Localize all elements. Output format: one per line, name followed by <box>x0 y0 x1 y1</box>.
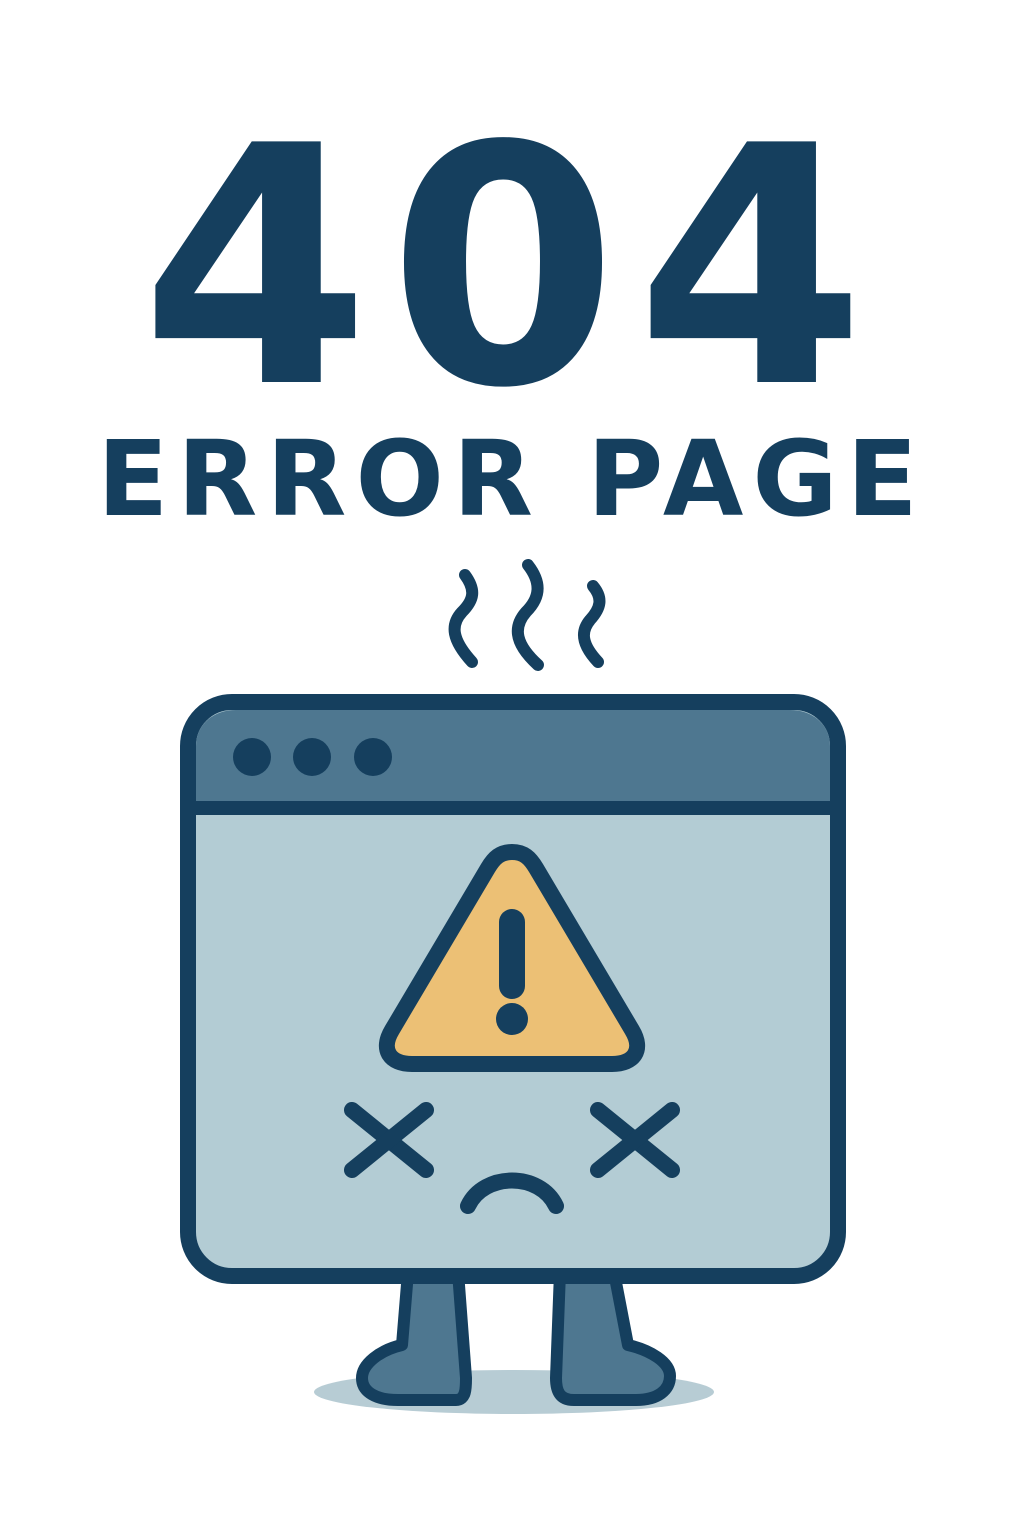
window-dot-icon <box>293 738 331 776</box>
window-dot-icon <box>354 738 392 776</box>
error-illustration <box>180 559 846 1414</box>
steam-icon <box>448 559 606 671</box>
window-dot-icon <box>233 738 271 776</box>
